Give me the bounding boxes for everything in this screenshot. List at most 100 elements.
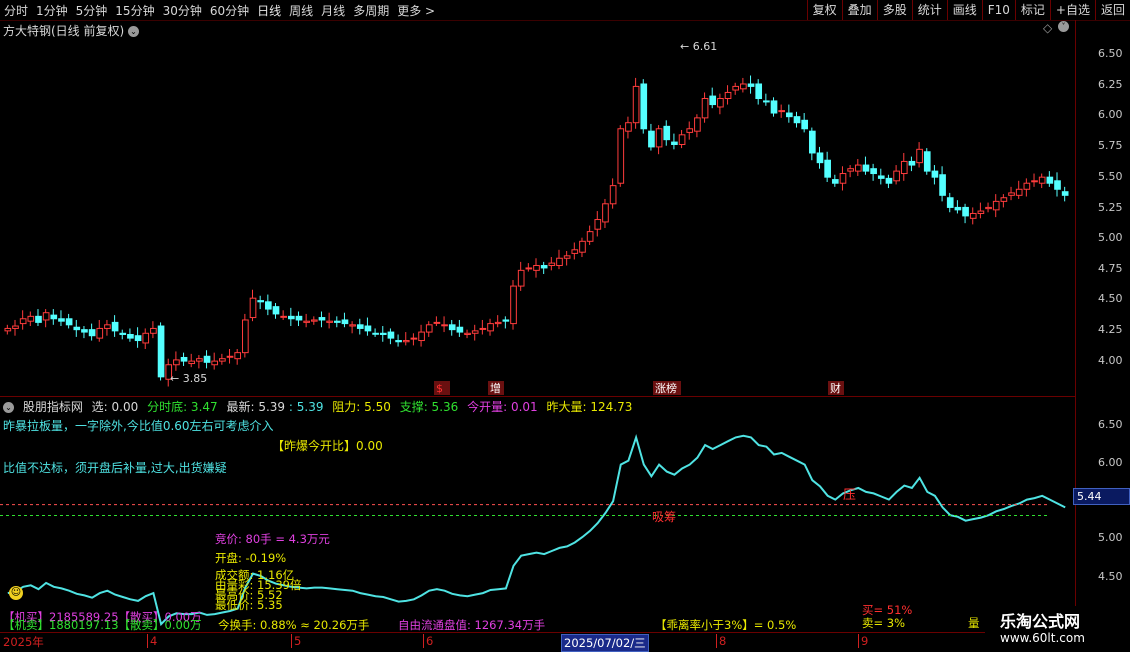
candle-body [1031,180,1038,183]
overlay-button[interactable]: 叠加 [841,0,877,20]
jimai-sell: 【机卖】1880197.13【散卖】0.00万 [3,618,202,632]
candle-body [824,159,831,178]
candle-body [425,324,433,333]
price-tick: 4.50 [1098,292,1123,305]
indicator-chart[interactable] [0,414,1075,632]
candle-body [908,160,916,166]
candle-body [808,130,816,154]
candle-body [203,355,211,363]
period-tabs: 分时 1分钟 5分钟 15分钟 30分钟 60分钟 日线 周线 月线 多周期 更… [0,0,439,20]
candle-body [410,337,418,340]
tab-period[interactable]: 5分钟 [72,2,112,19]
fuquan-button[interactable]: 复权 [806,0,842,20]
tab-period[interactable]: 15分钟 [111,2,158,19]
candle-body [533,265,540,271]
candle-body [471,330,479,334]
ind-jinkai: 今开量: 0.01 [467,400,538,414]
candle-body [349,324,356,327]
indicator-name[interactable]: 股朋指标网 [23,400,83,414]
candle-body [502,319,510,322]
candle-body [333,320,341,323]
candle-body [318,317,326,321]
candle-body [740,83,747,90]
candle-body [379,332,387,335]
ind-tick: 5.00 [1098,531,1123,544]
candle-body [755,83,763,100]
candle-body [1023,182,1031,190]
candle-body [732,85,740,91]
candle-body [778,110,786,113]
chevron-down-icon[interactable]: ⌄ [3,402,14,413]
candle-body [1000,197,1008,202]
candle-body [609,185,617,205]
candle-body [939,174,946,196]
date-label: 6 [423,634,433,648]
add-watchlist-button[interactable]: +自选 [1049,0,1095,20]
candle-body [602,203,609,223]
chevron-icon[interactable]: ˅ [1058,21,1069,32]
chart-title: 方大特钢(日线 前复权) ⌄ [3,22,140,39]
date-label: 5 [291,634,301,648]
candle-body [1008,192,1015,196]
candle-body [556,257,563,267]
candle-body [272,306,280,315]
back-button[interactable]: 返回 [1094,0,1130,20]
candle-body [916,148,923,164]
tab-period[interactable]: 多周期 [349,2,393,19]
candle-body [854,164,862,172]
price-tick: 6.00 [1098,108,1123,121]
candle-body [303,320,310,323]
chevron-down-icon[interactable]: ⌄ [128,26,140,37]
candle-body [617,128,625,184]
indicator-line [7,433,1066,627]
candle-body [287,315,295,320]
multi-stock-button[interactable]: 多股 [876,0,912,20]
tab-period[interactable]: 分时 [0,2,32,19]
candle-body [671,141,678,145]
candle-body [142,332,150,344]
stats-button[interactable]: 统计 [911,0,947,20]
candle-body [517,269,525,287]
event-label: $ [436,382,443,395]
tab-period[interactable]: 30分钟 [159,2,206,19]
candle-body [717,98,724,108]
draw-button[interactable]: 画线 [946,0,982,20]
candle-body [310,319,318,322]
candle-body [196,358,203,362]
tab-period[interactable]: 1分钟 [32,2,72,19]
candle-body [395,340,402,343]
candle-body [655,128,663,148]
candle-body [418,331,425,342]
tab-more[interactable]: 更多 > [393,2,439,19]
candle-body [402,340,410,343]
diamond-icon[interactable]: ◇ [1043,21,1052,35]
tab-period[interactable]: 月线 [317,2,349,19]
candle-body [801,119,808,130]
candle-body [747,83,755,87]
candle-body [985,206,992,210]
candle-body [594,219,602,230]
candlestick-chart[interactable]: ← 6.61 ← 3.85 $ 增 涨榜 财 [0,38,1075,395]
mark-button[interactable]: 标记 [1014,0,1050,20]
candle-body [1015,188,1023,196]
tab-period[interactable]: 周线 [285,2,317,19]
tab-period-daily[interactable]: 日线 [253,2,285,19]
candle-body [265,301,272,310]
candle-body [448,324,456,331]
candle-body [969,212,977,219]
liang-label: 量 [968,616,980,630]
pane-divider[interactable] [0,396,1075,397]
ya-label: 压 [843,488,857,503]
watermark-title: 乐淘公式网 [1000,612,1081,631]
smiley-icon[interactable]: ☺ [9,586,23,600]
tab-period[interactable]: 60分钟 [206,2,253,19]
candle-body [180,356,188,362]
watermark: 乐淘公式网 www.60lt.com [985,606,1130,650]
low-marker: ← 3.85 [170,372,207,385]
f10-button[interactable]: F10 [981,0,1015,20]
candle-body [487,323,494,332]
ind-zuli: 阻力: 5.50 [332,400,391,414]
candle-body [35,315,42,323]
candle-body [211,360,219,366]
candle-body [441,324,448,327]
